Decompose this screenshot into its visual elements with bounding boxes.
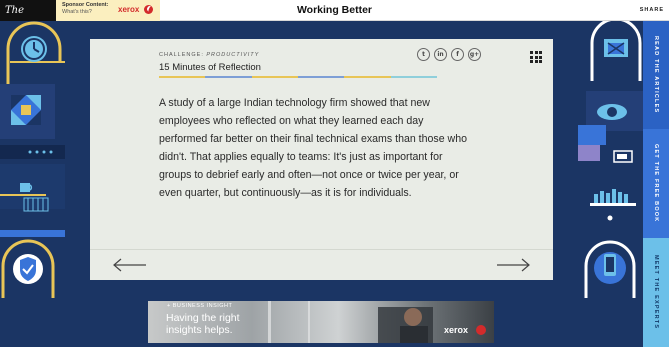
meet-the-experts-label: MEET THE EXPERTS (653, 255, 659, 330)
stripe-segment (390, 76, 437, 78)
ad-brand: xerox (444, 325, 469, 335)
social-share-icons: t in f g+ (417, 48, 481, 61)
right-decorative-art (578, 21, 643, 298)
meet-the-experts-link[interactable]: MEET THE EXPERTS (643, 238, 669, 347)
card-body-text: A study of a large Indian technology fir… (159, 97, 467, 199)
ad-kicker: + BUSINESS INSIGHT (167, 303, 233, 309)
kicker-category: PRODUCTIVITY (206, 52, 260, 58)
facebook-icon[interactable]: f (451, 48, 464, 61)
prev-arrow-icon[interactable] (113, 258, 147, 272)
stripe-segment (159, 76, 206, 78)
card-kicker: CHALLENGE: PRODUCTIVITY (159, 52, 259, 58)
right-art-graphic (578, 21, 643, 298)
twitter-icon[interactable]: t (417, 48, 430, 61)
googleplus-icon[interactable]: g+ (468, 48, 481, 61)
get-the-free-book-link[interactable]: GET THE FREE BOOK (643, 129, 669, 238)
card-divider (90, 249, 553, 250)
stripe-segment (205, 76, 252, 78)
kicker-prefix: CHALLENGE: (159, 52, 204, 58)
card-title: 15 Minutes of Reflection (159, 62, 261, 73)
read-the-articles-label: READ THE ARTICLES (653, 36, 659, 114)
right-nav-rail: READ THE ARTICLES GET THE FREE BOOK MEET… (643, 21, 669, 347)
challenge-card: CHALLENGE: PRODUCTIVITY 15 Minutes of Re… (90, 39, 553, 280)
stripe-segment (251, 76, 298, 78)
stripe-segment (297, 76, 345, 78)
share-button[interactable]: SHARE (640, 7, 664, 13)
read-the-articles-link[interactable]: READ THE ARTICLES (643, 21, 669, 129)
top-bar: The Atlantic Sponsor Content: What's thi… (0, 0, 669, 37)
stripe-segment (344, 76, 391, 78)
get-the-free-book-label: GET THE FREE BOOK (653, 144, 659, 223)
xerox-logo-icon (144, 5, 153, 14)
ad-headline: Having the right insights helps. (166, 312, 240, 336)
sponsor-banner[interactable]: Sponsor Content: What's this? xerox (56, 0, 160, 21)
linkedin-icon[interactable]: in (434, 48, 447, 61)
xerox-ad-logo-icon (476, 325, 486, 335)
bottom-ad-banner[interactable]: + BUSINESS INSIGHT Having the right insi… (148, 301, 494, 343)
left-art-graphic (0, 21, 65, 298)
card-body: A study of a large Indian technology fir… (159, 94, 469, 215)
next-arrow-icon[interactable] (496, 258, 530, 272)
sponsor-brand: xerox (118, 5, 140, 14)
left-decorative-art (0, 21, 65, 298)
site-logo[interactable]: The Atlantic (0, 0, 56, 37)
grid-menu-icon[interactable] (530, 51, 542, 63)
color-stripe (159, 76, 437, 78)
